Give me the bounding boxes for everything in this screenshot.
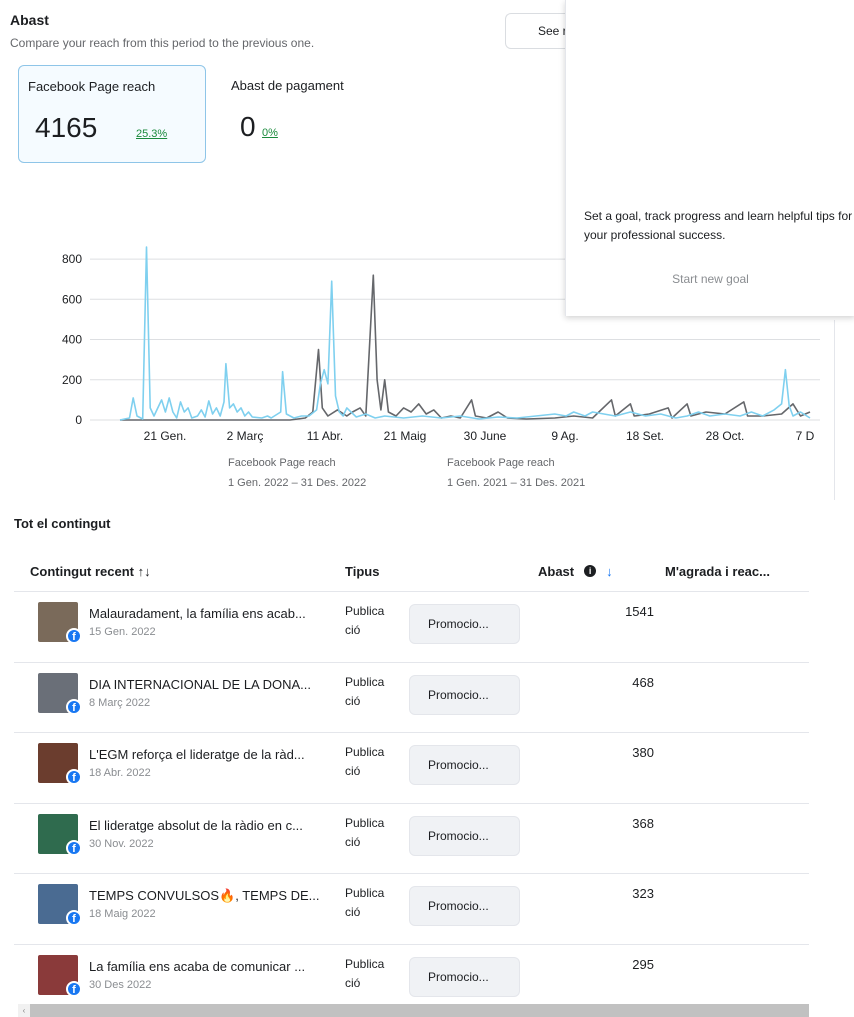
y-tick-label: 0: [75, 413, 82, 427]
post-date: 30 Des 2022: [89, 978, 152, 991]
facebook-icon: f: [66, 698, 82, 715]
post-date: 18 Abr. 2022: [89, 767, 151, 779]
post-date: 18 Maig 2022: [89, 908, 156, 920]
table-row[interactable]: f L'EGM reforça el lideratge de la ràd...…: [14, 732, 809, 803]
facebook-icon: f: [66, 769, 82, 785]
post-reach: 468: [632, 674, 654, 690]
promote-button[interactable]: Promocio...: [409, 604, 520, 644]
column-header-reach-label: Abast: [538, 563, 575, 579]
x-tick-label: 21 Gen.: [144, 429, 187, 443]
table-row[interactable]: f DIA INTERNACIONAL DE LA DONA... 8 Març 2…: [14, 661, 809, 733]
metric-card-paid-reach[interactable]: Abast de pagament 0 0%: [222, 65, 392, 163]
horizontal-scrollbar[interactable]: [30, 1004, 809, 1017]
post-type: Publica ció: [345, 956, 385, 990]
metric-change: 25.3%: [136, 128, 168, 140]
post-reach: 295: [632, 956, 654, 972]
column-header-recent-content[interactable]: Contingut recent ↑↓: [30, 551, 151, 591]
all-content-title: Tot el contingut: [14, 516, 111, 531]
metric-change: 0%: [262, 127, 278, 139]
goal-description: Set a goal, track progress and learn hel…: [584, 209, 853, 242]
post-reach: 380: [632, 745, 654, 760]
metric-label: Abast de pagament: [231, 78, 344, 93]
legend-current[interactable]: Facebook Page reach 1 Gen. 2022 – 31 Des…: [228, 457, 366, 489]
facebook-icon: f: [66, 839, 82, 856]
facebook-icon: f: [66, 980, 82, 997]
promote-button[interactable]: Promocio...: [409, 745, 520, 785]
post-title[interactable]: L'EGM reforça el lideratge de la ràd...: [89, 747, 339, 762]
x-tick-label: 9 Ag.: [551, 429, 578, 443]
legend-series-name: Facebook Page reach: [447, 457, 555, 469]
x-tick-label: 18 Set.: [626, 429, 664, 443]
post-title[interactable]: DIA INTERNACIONAL DE LA DONA...: [89, 677, 339, 692]
metric-label: Facebook Page reach: [28, 79, 156, 94]
facebook-icon: f: [66, 628, 82, 644]
promote-button[interactable]: Promocio...: [409, 956, 520, 997]
legend-series-name: Facebook Page reach: [228, 457, 336, 469]
column-header-reach[interactable]: Abast i ↓: [538, 551, 613, 591]
facebook-icon: f: [66, 910, 82, 926]
legend-previous[interactable]: Facebook Page reach 1 Gen. 2021 – 31 Des…: [447, 457, 585, 489]
section-title: Abast: [10, 12, 49, 28]
y-tick-label: 200: [62, 373, 82, 387]
sort-down-arrow-icon[interactable]: ↓: [606, 564, 613, 579]
x-tick-label: 2 Març: [227, 429, 264, 443]
section-subtitle: Compare your reach from this period to t…: [10, 36, 315, 50]
promote-button[interactable]: Promocio...: [409, 886, 520, 926]
x-tick-label: 7 D: [796, 429, 815, 443]
table-row[interactable]: f Malauradament, la família ens acab... 15…: [14, 591, 809, 662]
start-new-goal-button[interactable]: Start new goal: [566, 272, 854, 286]
post-date: 8 Març 2022: [89, 696, 151, 709]
column-header-type[interactable]: Tipus: [345, 551, 379, 591]
post-reach: 368: [632, 815, 654, 831]
post-title[interactable]: TEMPS CONVULSOS🔥, TEMPS DE...: [89, 888, 339, 904]
post-date: 30 Nov. 2022: [89, 837, 154, 850]
legend-period: 1 Gen. 2021 – 31 Des. 2021: [447, 477, 586, 489]
y-tick-label: 600: [62, 292, 82, 306]
post-title[interactable]: La família ens acaba de comunicar ...: [89, 959, 339, 974]
legend-period: 1 Gen. 2022 – 31 Des. 2022: [228, 477, 367, 489]
post-type: Publica ció: [345, 604, 385, 637]
x-tick-label: 28 Oct.: [706, 429, 745, 443]
metric-value: 0: [240, 111, 256, 142]
promote-button[interactable]: Promocio...: [409, 674, 520, 715]
post-type: Publica ció: [345, 815, 385, 849]
chart-divider: [834, 320, 835, 500]
post-type: Publica ció: [345, 674, 385, 708]
post-type: Publica ció: [345, 886, 385, 919]
table-row[interactable]: f TEMPS CONVULSOS🔥, TEMPS DE... 18 Maig 20…: [14, 873, 809, 944]
info-icon[interactable]: i: [584, 565, 597, 577]
post-title[interactable]: El lideratge absolut de la ràdio en c...: [89, 818, 339, 833]
promote-button[interactable]: Promocio...: [409, 815, 520, 856]
goal-panel: Set a goal, track progress and learn hel…: [565, 0, 854, 316]
post-title[interactable]: Malauradament, la família ens acab...: [89, 606, 339, 621]
scroll-left-arrow-icon[interactable]: ‹: [18, 1004, 30, 1017]
post-type: Publica ció: [345, 745, 385, 778]
metric-card-page-reach[interactable]: Facebook Page reach 4165 25.3%: [18, 65, 206, 163]
x-tick-label: 11 Abr.: [307, 429, 343, 443]
table-row[interactable]: f El lideratge absolut de la ràdio en c..…: [14, 802, 809, 874]
column-header-likes-reactions[interactable]: M'agrada i reac...: [665, 551, 770, 591]
post-reach: 323: [632, 886, 654, 901]
y-tick-label: 800: [62, 252, 82, 266]
post-date: 15 Gen. 2022: [89, 626, 156, 638]
post-reach: 1541: [625, 604, 654, 619]
x-tick-label: 21 Maig: [384, 429, 427, 443]
y-tick-label: 400: [62, 333, 82, 347]
metric-value: 4165: [35, 112, 98, 143]
x-tick-label: 30 June: [464, 429, 507, 443]
